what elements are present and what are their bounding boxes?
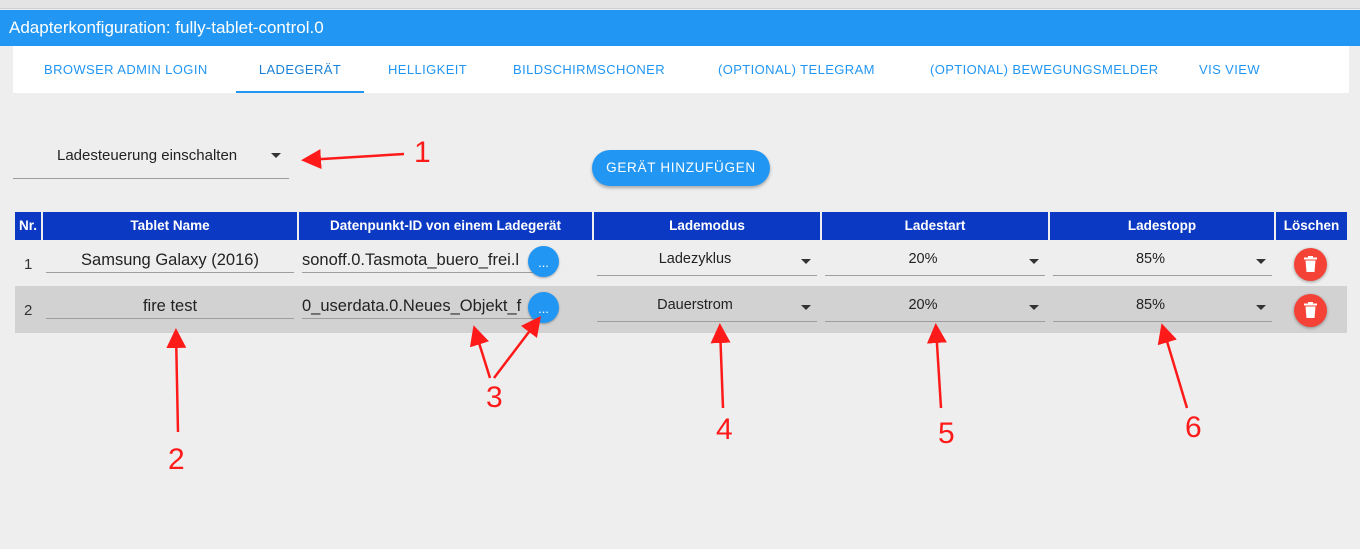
annotation-label-4: 4: [716, 413, 733, 446]
annotation-arrow-2: [166, 328, 187, 433]
annotation-arrow-4: [710, 323, 731, 409]
annotation-arrows: [166, 149, 1189, 433]
annotation-label-6: 6: [1185, 411, 1202, 444]
annotation-arrow-3a: [469, 325, 492, 379]
annotation-arrow-1: [301, 149, 405, 170]
annotation-label-1: 1: [414, 136, 431, 169]
annotation-label-2: 2: [168, 443, 185, 476]
annotation-label-3: 3: [486, 381, 503, 414]
annotation-arrow-3b: [493, 316, 542, 379]
annotation-arrow-6: [1157, 323, 1189, 409]
annotation-label-5: 5: [938, 417, 955, 450]
annotation-arrow-5: [926, 323, 947, 409]
